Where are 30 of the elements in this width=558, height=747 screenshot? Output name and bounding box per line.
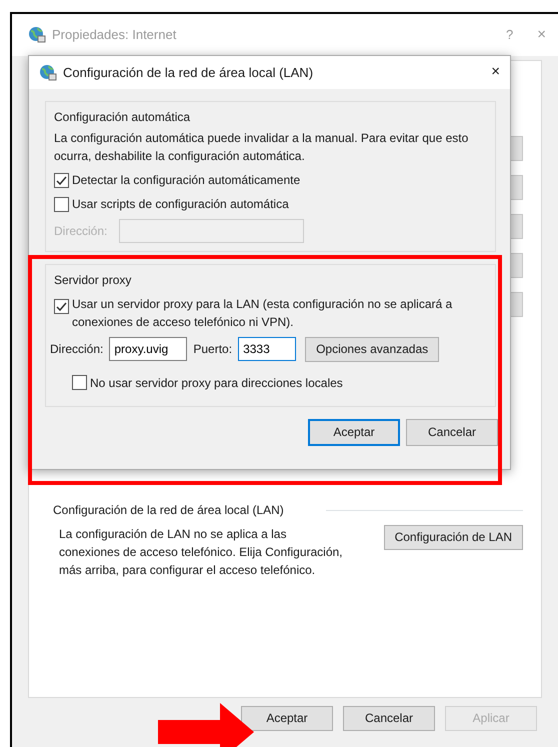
window-title: Propiedades: Internet: [52, 26, 178, 44]
field-label: Puerto:: [193, 341, 232, 358]
close-button[interactable]: ×: [491, 61, 500, 84]
description-text: La configuración de LAN no se aplica a las conexiones de acceso telefónico. Elija Configuración, más arriba, para configurar el acceso telefónico.: [59, 526, 344, 579]
checkbox[interactable]: [54, 172, 69, 188]
dialog-title: Configuración de la red de área local (LAN): [63, 64, 314, 82]
description-text: La configuración automática puede invalidar a la manual. Para evitar que esto ocurra, deshabilite la configuración automática.: [54, 130, 470, 165]
dialog-button[interactable]: Aceptar: [241, 706, 333, 731]
field-label: Dirección:: [50, 341, 104, 358]
lan-settings-button[interactable]: Configuración de LAN: [384, 525, 523, 550]
globe-icon: [39, 64, 57, 82]
input-field[interactable]: 3333: [238, 337, 296, 362]
input-field[interactable]: [119, 219, 304, 243]
checkbox-label[interactable]: Usar un servidor proxy para la LAN (esta configuración no se aplicará a conexiones de acceso telefónico ni VPN).: [72, 295, 485, 331]
group-heading: Servidor proxy: [54, 272, 132, 289]
input-field[interactable]: proxy.uvig: [109, 337, 188, 362]
group-heading: Configuración automática: [54, 109, 192, 126]
field-label: Dirección:: [54, 223, 108, 240]
checkbox[interactable]: [54, 196, 69, 212]
advanced-options-button[interactable]: Opciones avanzadas: [305, 337, 440, 362]
dialog-button[interactable]: Cancelar: [406, 418, 498, 446]
checkbox-label[interactable]: No usar servidor proxy para direcciones locales: [90, 374, 343, 392]
checkbox-label[interactable]: Detectar la configuración automáticamente: [72, 171, 300, 189]
dialog-button[interactable]: Cancelar: [343, 706, 435, 731]
checkbox[interactable]: [72, 375, 87, 390]
globe-icon: [28, 26, 46, 44]
checkbox-label[interactable]: Usar scripts de configuración automática: [72, 195, 289, 213]
dialog-button[interactable]: Aceptar: [308, 418, 400, 446]
checkbox[interactable]: [54, 299, 69, 314]
section-heading: Configuración de la red de área local (LAN): [53, 502, 284, 519]
